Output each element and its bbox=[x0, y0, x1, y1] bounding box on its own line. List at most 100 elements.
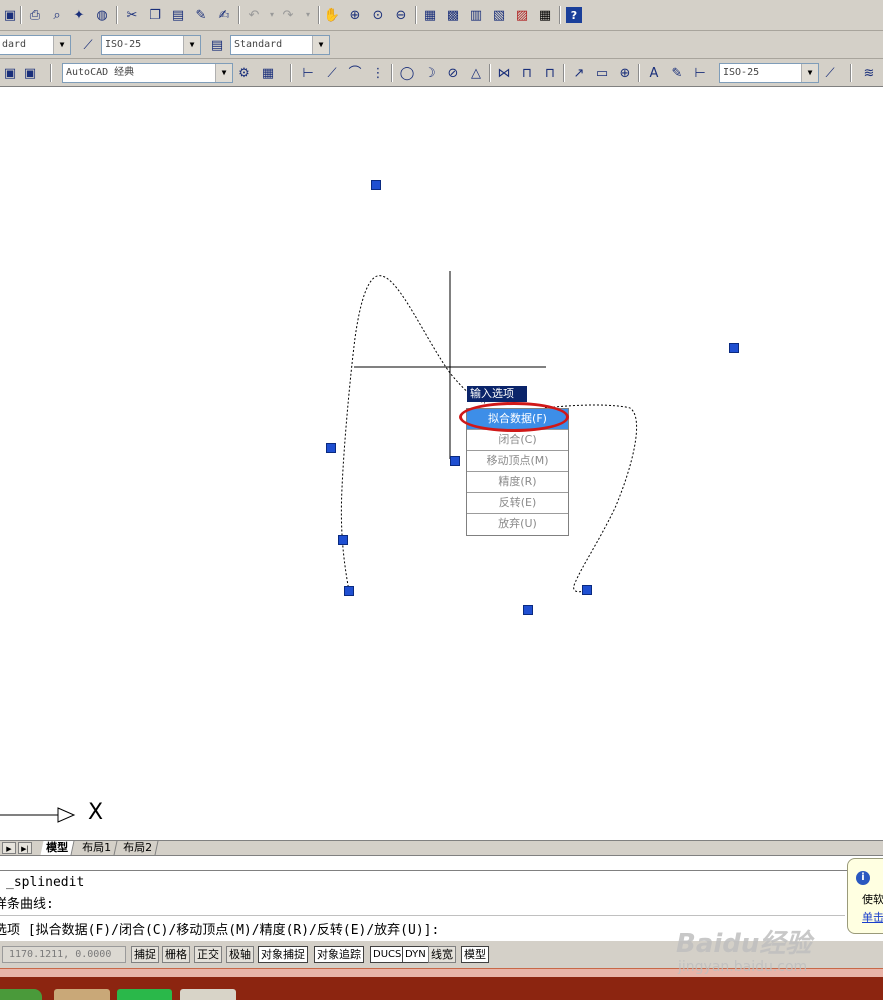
toolbar-separator bbox=[20, 6, 22, 24]
chevron-down-icon[interactable]: ▼ bbox=[312, 36, 329, 54]
quick-dimension-icon[interactable]: ⋈ bbox=[494, 63, 514, 83]
table-style-combo[interactable]: Standard ▼ bbox=[230, 35, 330, 55]
spline-grip[interactable] bbox=[326, 443, 336, 453]
pan-icon[interactable]: ✋ bbox=[322, 5, 342, 25]
tab-model[interactable]: 模型 bbox=[40, 841, 75, 855]
menu-item-undo[interactable]: 放弃(U) bbox=[467, 514, 568, 535]
taskbar-app-button[interactable] bbox=[117, 989, 172, 1000]
status-otrack-button[interactable]: 对象追踪 bbox=[314, 946, 364, 963]
text-style-combo[interactable]: dard ▼ bbox=[0, 35, 71, 55]
center-mark-icon[interactable]: ⊕ bbox=[615, 63, 635, 83]
sheet-set-icon[interactable]: ▧ bbox=[489, 5, 509, 25]
drawing-canvas[interactable]: X 输入选项 拟合数据(F) 闭合(C) 移动顶点(M) 精度(R) 反转(E)… bbox=[0, 88, 883, 840]
spline-grip[interactable] bbox=[450, 456, 460, 466]
aligned-dimension-icon[interactable]: ⟋ bbox=[322, 63, 342, 83]
zoom-window-icon[interactable]: ⊙ bbox=[368, 5, 388, 25]
spline-grip[interactable] bbox=[729, 343, 739, 353]
command-line[interactable]: _splinedit 样条曲线: 选项 [拟合数据(F)/闭合(C)/移动顶点(… bbox=[0, 870, 883, 940]
spline-grip[interactable] bbox=[371, 180, 381, 190]
markup-icon[interactable]: ▨ bbox=[512, 5, 532, 25]
menu-item-close[interactable]: 闭合(C) bbox=[467, 430, 568, 451]
diameter-dimension-icon[interactable]: ⊘ bbox=[443, 63, 463, 83]
jogged-dimension-icon[interactable]: ☽ bbox=[420, 63, 440, 83]
start-button[interactable] bbox=[0, 989, 42, 1000]
status-lineweight-button[interactable]: 线宽 bbox=[428, 946, 456, 963]
block-editor-icon[interactable]: ✍ bbox=[214, 5, 234, 25]
redo-icon[interactable]: ↷ bbox=[278, 5, 298, 25]
properties-icon[interactable]: ▦ bbox=[420, 5, 440, 25]
notification-balloon[interactable]: i 使软 单击 bbox=[847, 858, 883, 934]
dimension-edit-icon[interactable]: A bbox=[644, 63, 664, 83]
save-icon[interactable]: ▣ bbox=[0, 5, 20, 25]
status-polar-button[interactable]: 极轴 bbox=[226, 946, 254, 963]
help-icon[interactable]: ? bbox=[566, 7, 582, 23]
match-properties-icon[interactable]: ✎ bbox=[191, 5, 211, 25]
notification-link[interactable]: 单击 bbox=[862, 909, 883, 925]
workspace-combo[interactable]: AutoCAD 经典 ▼ bbox=[62, 63, 233, 83]
menu-item-move-vertex[interactable]: 移动顶点(M) bbox=[467, 451, 568, 472]
workspace-toolbar: ▣ ▣ AutoCAD 经典 ▼ ⚙ ▦ ⊢ ⟋ ⌒ ⋮ ◯ ☽ ⊘ △ ⋈ ⊓… bbox=[0, 59, 883, 87]
publish-icon[interactable]: ✦ bbox=[69, 5, 89, 25]
workspace-settings-icon[interactable]: ▣ bbox=[20, 63, 40, 83]
continue-dimension-icon[interactable]: ⊓ bbox=[540, 63, 560, 83]
dim-style-combo[interactable]: ISO-25 ▼ bbox=[101, 35, 201, 55]
dimension-update-icon[interactable]: ⊢ bbox=[690, 63, 710, 83]
quick-leader-icon[interactable]: ↗ bbox=[569, 63, 589, 83]
dimension-style-icon[interactable]: ⟋ bbox=[78, 35, 98, 55]
spline-grip[interactable] bbox=[582, 585, 592, 595]
taskbar-autocad-button[interactable] bbox=[180, 989, 236, 1000]
tab-layout1[interactable]: 布局1 bbox=[76, 841, 118, 855]
status-grid-button[interactable]: 栅格 bbox=[162, 946, 190, 963]
menu-item-refine[interactable]: 精度(R) bbox=[467, 472, 568, 493]
zoom-realtime-icon[interactable]: ⊕ bbox=[345, 5, 365, 25]
print-icon[interactable]: ⎙ bbox=[25, 5, 45, 25]
chevron-down-icon[interactable]: ▼ bbox=[801, 64, 818, 82]
paste-icon[interactable]: ▤ bbox=[168, 5, 188, 25]
spline-grip[interactable] bbox=[338, 535, 348, 545]
workspace-save-icon[interactable]: ▦ bbox=[258, 63, 278, 83]
tab-last-icon[interactable]: ▶| bbox=[18, 842, 32, 854]
status-ducs-button[interactable]: DUCS bbox=[370, 946, 405, 963]
coordinate-display[interactable]: 1170.1211, 0.0000 bbox=[2, 946, 126, 963]
design-center-icon[interactable]: ▩ bbox=[443, 5, 463, 25]
menu-item-reverse[interactable]: 反转(E) bbox=[467, 493, 568, 514]
chevron-down-icon[interactable]: ▼ bbox=[183, 36, 200, 54]
undo-icon[interactable]: ↶ bbox=[244, 5, 264, 25]
tool-palettes-icon[interactable]: ▥ bbox=[466, 5, 486, 25]
spline-grip[interactable] bbox=[344, 586, 354, 596]
status-osnap-button[interactable]: 对象捕捉 bbox=[258, 946, 308, 963]
arc-length-icon[interactable]: ⌒ bbox=[345, 63, 365, 83]
status-dyn-button[interactable]: DYN bbox=[402, 946, 429, 963]
status-ortho-button[interactable]: 正交 bbox=[194, 946, 222, 963]
print-preview-icon[interactable]: ⌕ bbox=[47, 5, 67, 25]
spline-grip[interactable] bbox=[523, 605, 533, 615]
cut-icon[interactable]: ✂ bbox=[122, 5, 142, 25]
status-snap-button[interactable]: 捕捉 bbox=[131, 946, 159, 963]
workspace-gear-icon[interactable]: ⚙ bbox=[234, 63, 254, 83]
table-style-icon[interactable]: ▤ bbox=[207, 35, 227, 55]
ordinate-dimension-icon[interactable]: ⋮ bbox=[368, 63, 388, 83]
zoom-previous-icon[interactable]: ⊖ bbox=[391, 5, 411, 25]
linear-dimension-icon[interactable]: ⊢ bbox=[298, 63, 318, 83]
redo-dropdown-icon[interactable]: ▾ bbox=[298, 5, 318, 25]
status-model-button[interactable]: 模型 bbox=[461, 946, 489, 963]
3d-dwf-icon[interactable]: ◍ bbox=[92, 5, 112, 25]
chevron-down-icon[interactable]: ▼ bbox=[53, 36, 70, 54]
dimension-text-edit-icon[interactable]: ✎ bbox=[667, 63, 687, 83]
tab-layout2[interactable]: 布局2 bbox=[117, 841, 159, 855]
baseline-dimension-icon[interactable]: ⊓ bbox=[517, 63, 537, 83]
tab-next-icon[interactable]: ▶ bbox=[2, 842, 16, 854]
layers-icon[interactable]: ≋ bbox=[859, 63, 879, 83]
chevron-down-icon[interactable]: ▼ bbox=[215, 64, 232, 82]
radius-dimension-icon[interactable]: ◯ bbox=[397, 63, 417, 83]
dimension-style-manager-icon[interactable]: ⟋ bbox=[820, 63, 840, 83]
taskbar-folder-button[interactable] bbox=[54, 989, 110, 1000]
calculator-icon[interactable]: ▦ bbox=[535, 5, 555, 25]
workspace-icon[interactable]: ▣ bbox=[0, 63, 20, 83]
copy-icon[interactable]: ❐ bbox=[145, 5, 165, 25]
angular-dimension-icon[interactable]: △ bbox=[466, 63, 486, 83]
text-style-value: dard bbox=[2, 39, 27, 50]
dim-style-combo-2[interactable]: ISO-25 ▼ bbox=[719, 63, 819, 83]
drawing-svg bbox=[0, 271, 638, 823]
tolerance-icon[interactable]: ▭ bbox=[592, 63, 612, 83]
